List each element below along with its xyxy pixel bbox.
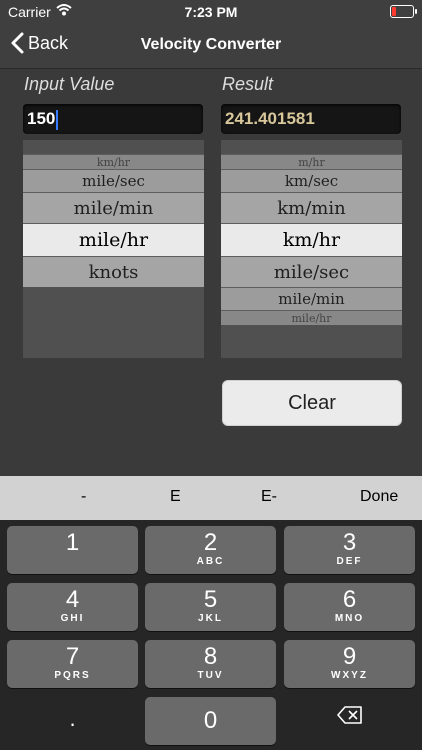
key-letters: MNO (334, 613, 365, 624)
input-value-label: Input Value (24, 74, 115, 94)
negative-exponent-key[interactable]: E- (261, 488, 277, 506)
key-letters: GHI (60, 613, 85, 624)
picker-item[interactable]: km/sec (221, 169, 402, 192)
key-8[interactable]: 8 TUV (145, 640, 276, 688)
input-value-field[interactable]: 150 (23, 104, 203, 134)
key-2[interactable]: 2 ABC (145, 526, 276, 574)
picker-item[interactable]: mile/hr (221, 310, 402, 325)
key-digit: 6 (342, 586, 357, 613)
key-digit: 0 (203, 707, 218, 734)
key-digit: 2 (203, 529, 218, 556)
clock-time: 7:23 PM (184, 4, 238, 20)
status-bar: Carrier 7:23 PM (0, 0, 422, 24)
clear-button[interactable]: Clear (222, 380, 402, 426)
picker-item[interactable]: mile/sec (221, 256, 402, 287)
key-letters: ABC (196, 556, 225, 567)
key-6[interactable]: 6 MNO (284, 583, 415, 631)
picker-item[interactable]: km/hr (23, 154, 204, 169)
picker-item[interactable]: mile/min (221, 287, 402, 310)
key-3[interactable]: 3 DEF (284, 526, 415, 574)
result-value-text: 241.401581 (225, 109, 315, 128)
key-letters: DEF (336, 556, 363, 567)
key-digit: 8 (203, 643, 218, 670)
key-digit: 9 (342, 643, 357, 670)
key-5[interactable]: 5 JKL (145, 583, 276, 631)
backspace-icon (336, 706, 362, 724)
key-digit: 3 (342, 529, 357, 556)
picker-item[interactable]: mile/sec (23, 169, 204, 192)
key-0[interactable]: 0 (145, 697, 276, 745)
picker-item[interactable]: m/hr (221, 154, 402, 169)
delete-key[interactable] (284, 706, 415, 729)
numeric-keypad: 1 2 ABC 3 DEF 4 GHI 5 JKL 6 MNO 7 PQRS 8… (0, 520, 422, 750)
key-letters: TUV (197, 670, 224, 681)
exponent-key[interactable]: E (170, 488, 181, 506)
picker-item-selected[interactable]: mile/hr (23, 223, 204, 256)
battery-icon (390, 5, 417, 18)
picker-item[interactable]: km/min (221, 192, 402, 223)
page-title: Velocity Converter (140, 36, 282, 53)
result-label: Result (222, 74, 274, 94)
key-7[interactable]: 7 PQRS (7, 640, 138, 688)
key-digit: 1 (65, 529, 80, 556)
done-button[interactable]: Done (360, 488, 398, 506)
key-9[interactable]: 9 WXYZ (284, 640, 415, 688)
result-field: 241.401581 (221, 104, 401, 134)
key-letters: WXYZ (331, 670, 368, 681)
key-digit: 4 (65, 586, 80, 613)
keyboard-accessory-bar: - E E- Done (0, 476, 422, 520)
input-unit-picker[interactable]: km/hr mile/sec mile/min mile/hr knots (23, 140, 204, 358)
key-4[interactable]: 4 GHI (7, 583, 138, 631)
key-digit: 5 (203, 586, 218, 613)
key-letters: JKL (198, 613, 223, 624)
minus-key[interactable]: - (81, 488, 86, 506)
key-letters: PQRS (54, 670, 91, 681)
key-digit: 7 (65, 643, 80, 670)
navigation-bar: Back Velocity Converter (0, 24, 422, 69)
picker-item[interactable]: mile/min (23, 192, 204, 223)
picker-item[interactable]: knots (23, 256, 204, 287)
result-unit-picker[interactable]: m/hr km/sec km/min km/hr mile/sec mile/m… (221, 140, 402, 358)
decimal-key[interactable]: . (7, 706, 138, 732)
key-1[interactable]: 1 (7, 526, 138, 574)
text-caret (56, 109, 59, 130)
picker-item-selected[interactable]: km/hr (221, 223, 402, 256)
input-value-text: 150 (27, 109, 56, 128)
